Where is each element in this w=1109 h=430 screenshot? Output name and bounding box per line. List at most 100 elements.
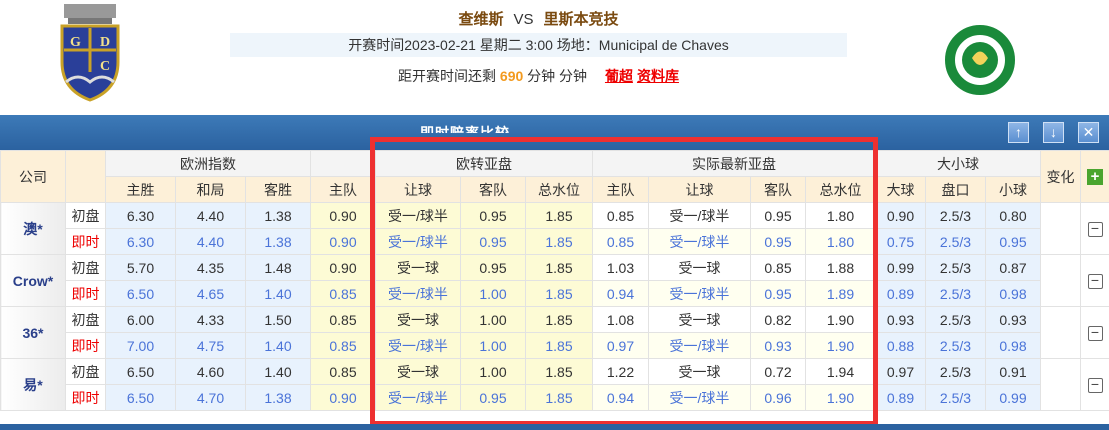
odds-cell-主队: 0.90 <box>310 202 376 229</box>
vs-label: VS <box>513 11 534 28</box>
odds-cell-客队: 1.00 <box>460 332 526 359</box>
countdown-value: 690 <box>499 68 524 84</box>
odds-cell-盘口: 2.5/3 <box>925 384 986 411</box>
odds-cell-主队: 0.85 <box>592 202 649 229</box>
odds-cell-总水位: 1.85 <box>525 384 593 411</box>
odds-cell-小球: 0.95 <box>984 228 1042 255</box>
odds-cell-大球: 0.93 <box>875 306 926 333</box>
odds-cell-盘口: 2.5/3 <box>925 254 986 281</box>
odds-cell-主胜: 6.30 <box>105 228 176 255</box>
change-cell <box>1040 202 1082 255</box>
company-name[interactable]: 澳* <box>0 202 66 255</box>
odds-cell-总水位: 1.90 <box>805 332 876 359</box>
odds-cell-大球: 0.75 <box>875 228 926 255</box>
minus-icon[interactable]: − <box>1087 325 1103 341</box>
header-col-3: 主队 <box>310 176 376 203</box>
header-company: 公司 <box>0 150 66 203</box>
odds-cell-让球: 受一/球半 <box>648 332 751 359</box>
odds-cell-让球: 受一球 <box>648 358 751 385</box>
minus-icon[interactable]: − <box>1087 273 1103 289</box>
header-euro-to-asia: 欧转亚盘 <box>375 150 593 177</box>
odds-cell-客队: 0.95 <box>750 280 806 307</box>
odds-type-live: 即时 <box>65 332 106 359</box>
odds-cell-总水位: 1.85 <box>525 254 593 281</box>
company-name[interactable]: 易* <box>0 358 66 411</box>
collapse-button[interactable]: − <box>1080 306 1109 359</box>
league-link[interactable]: 葡超 <box>605 68 633 84</box>
odds-cell-客队: 0.95 <box>460 254 526 281</box>
home-team-logo: GDC <box>60 4 120 102</box>
header-col-9: 客队 <box>750 176 806 203</box>
database-link[interactable]: 资料库 <box>637 68 679 84</box>
add-button[interactable]: + <box>1080 150 1109 203</box>
odds-cell-让球: 受一/球半 <box>648 280 751 307</box>
header-col-11: 大球 <box>875 176 926 203</box>
odds-cell-让球: 受一/球半 <box>375 228 461 255</box>
countdown-prefix: 距开赛时间还剩 <box>398 68 497 84</box>
odds-cell-主胜: 6.50 <box>105 358 176 385</box>
header-col-6: 总水位 <box>525 176 593 203</box>
odds-type-live: 即时 <box>65 228 106 255</box>
odds-cell-主队: 0.94 <box>592 384 649 411</box>
collapse-button[interactable]: − <box>1080 358 1109 411</box>
odds-cell-主胜: 7.00 <box>105 332 176 359</box>
company-name[interactable]: Crow* <box>0 254 66 307</box>
table-row: Crow* 初盘 5.70 4.35 1.48 0.90 受一球 0.95 1.85 1.03 受一… <box>0 254 1109 307</box>
odds-cell-让球: 受一/球半 <box>375 202 461 229</box>
minus-icon[interactable]: − <box>1087 377 1103 393</box>
odds-cell-总水位: 1.85 <box>525 202 593 229</box>
odds-cell-客胜: 1.38 <box>245 228 311 255</box>
odds-cell-主队: 0.94 <box>592 280 649 307</box>
away-team-name[interactable]: 里斯本竞技 <box>544 11 619 28</box>
header-col-7: 主队 <box>592 176 649 203</box>
odds-cell-客队: 0.95 <box>750 202 806 229</box>
odds-cell-客胜: 1.48 <box>245 254 311 281</box>
odds-cell-盘口: 2.5/3 <box>925 358 986 385</box>
home-team-name[interactable]: 查维斯 <box>458 11 503 28</box>
odds-cell-主队: 1.22 <box>592 358 649 385</box>
odds-cell-大球: 0.89 <box>875 384 926 411</box>
odds-cell-客队: 0.93 <box>750 332 806 359</box>
odds-cell-主队: 0.85 <box>310 358 376 385</box>
odds-cell-和局: 4.60 <box>175 358 246 385</box>
odds-cell-客队: 0.95 <box>460 228 526 255</box>
countdown-suffix: 分钟 分钟 <box>527 68 588 84</box>
collapse-button[interactable]: − <box>1080 254 1109 307</box>
change-cell <box>1040 306 1082 359</box>
odds-cell-让球: 受一球 <box>375 358 461 385</box>
scroll-up-icon[interactable]: ↑ <box>1008 122 1029 143</box>
odds-cell-客队: 0.95 <box>460 384 526 411</box>
odds-cell-主胜: 6.50 <box>105 280 176 307</box>
odds-cell-盘口: 2.5/3 <box>925 202 986 229</box>
header-type <box>65 150 106 203</box>
odds-type-initial: 初盘 <box>65 254 106 281</box>
odds-cell-客队: 1.00 <box>460 358 526 385</box>
match-title: 查维斯 VS 里斯本竞技 <box>230 8 847 29</box>
header-change: 变化 <box>1040 150 1082 203</box>
header-actual-asia: 实际最新亚盘 <box>592 150 876 177</box>
minus-icon[interactable]: − <box>1087 221 1103 237</box>
odds-cell-总水位: 1.80 <box>805 228 876 255</box>
odds-cell-主队: 0.97 <box>592 332 649 359</box>
odds-cell-主队: 1.03 <box>592 254 649 281</box>
odds-cell-盘口: 2.5/3 <box>925 228 986 255</box>
header-col-1: 和局 <box>175 176 246 203</box>
odds-cell-客队: 0.72 <box>750 358 806 385</box>
odds-cell-小球: 0.99 <box>984 384 1042 411</box>
plus-icon[interactable]: + <box>1087 169 1104 185</box>
odds-type-initial: 初盘 <box>65 306 106 333</box>
scroll-down-icon[interactable]: ↓ <box>1043 122 1064 143</box>
odds-cell-小球: 0.98 <box>984 332 1042 359</box>
odds-cell-客胜: 1.38 <box>245 384 311 411</box>
odds-cell-主队: 1.08 <box>592 306 649 333</box>
odds-cell-客队: 0.85 <box>750 254 806 281</box>
company-name[interactable]: 36* <box>0 306 66 359</box>
close-icon[interactable]: ✕ <box>1078 122 1099 143</box>
collapse-button[interactable]: − <box>1080 202 1109 255</box>
odds-cell-总水位: 1.90 <box>805 384 876 411</box>
odds-cell-主胜: 5.70 <box>105 254 176 281</box>
odds-cell-客队: 1.00 <box>460 280 526 307</box>
header-col-13: 小球 <box>984 176 1042 203</box>
table-row: 易* 初盘 6.50 4.60 1.40 0.85 受一球 1.00 1.85 1.22 受一球 0.… <box>0 358 1109 411</box>
odds-cell-大球: 0.90 <box>875 202 926 229</box>
